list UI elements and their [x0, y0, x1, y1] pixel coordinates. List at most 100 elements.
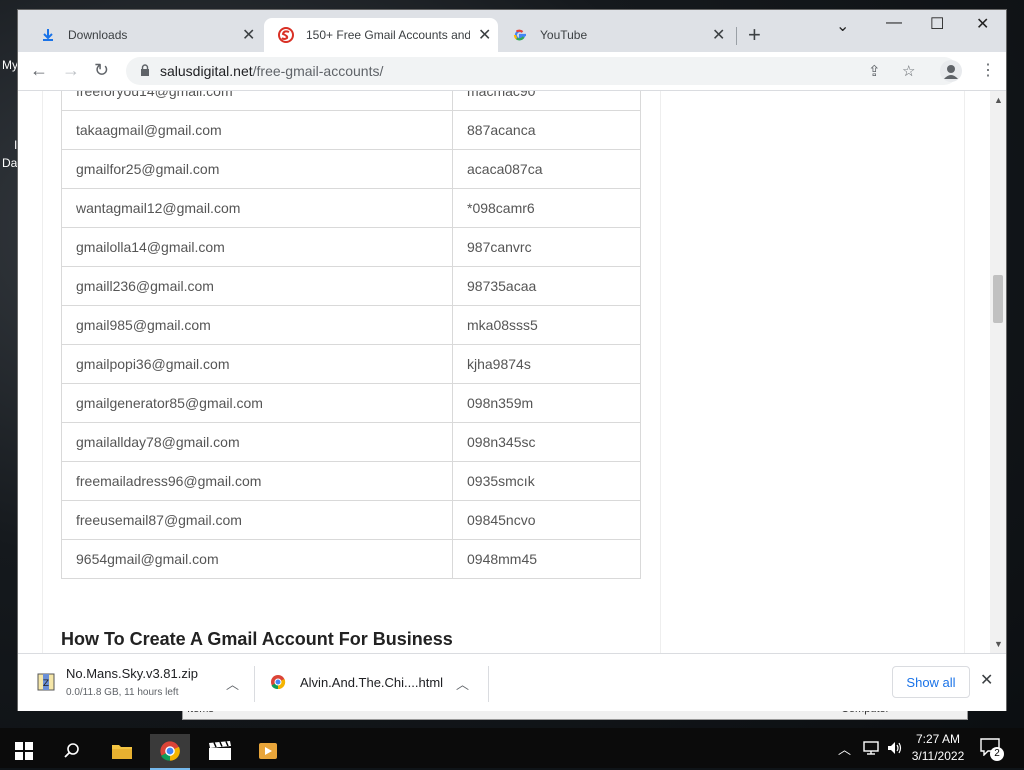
download-filename: Alvin.And.The.Chi....html: [300, 675, 444, 690]
taskbar-chrome[interactable]: [150, 734, 190, 770]
tab-downloads[interactable]: Downloads ✕: [26, 18, 264, 52]
download-filename: No.Mans.Sky.v3.81.zip: [66, 666, 198, 681]
article-border: [42, 91, 43, 653]
media-player-icon: [259, 743, 277, 759]
chevron-up-icon[interactable]: ︿: [226, 674, 239, 693]
table-row: 9654gmail@gmail.com 0948mm45: [61, 539, 641, 579]
email-cell: gmail985@gmail.com: [61, 305, 453, 345]
scroll-thumb[interactable]: [993, 275, 1003, 323]
download-icon: [43, 29, 53, 41]
email-cell: gmailfor25@gmail.com: [61, 149, 453, 189]
action-center-button[interactable]: 2: [980, 738, 1004, 761]
tab-separator: [736, 27, 737, 45]
windows-logo-icon: [15, 742, 33, 760]
clock-date[interactable]: 3/11/2022: [906, 749, 970, 763]
email-cell: gmailallday78@gmail.com: [61, 422, 453, 462]
volume-icon[interactable]: [886, 740, 904, 756]
close-window-button[interactable]: ✕: [976, 14, 989, 34]
taskbar-media-player[interactable]: [248, 734, 288, 768]
page-scrollbar[interactable]: ▲ ▼: [990, 91, 1006, 653]
tab-title: Downloads: [68, 28, 128, 42]
desktop-icon-label[interactable]: Da: [2, 156, 17, 170]
forward-button[interactable]: →: [62, 60, 80, 81]
table-row: freeusemail87@gmail.com 09845ncvo: [61, 500, 641, 540]
email-cell: 9654gmail@gmail.com: [61, 539, 453, 579]
search-icon: [64, 743, 79, 758]
minimize-button[interactable]: —: [886, 14, 902, 32]
download-separator: [254, 666, 255, 702]
email-cell: freeusemail87@gmail.com: [61, 500, 453, 540]
tab-strip: Downloads ✕ 150+ Free Gmail Accounts and…: [18, 10, 1006, 52]
password-cell: 987canvrc: [452, 227, 641, 267]
maximize-button[interactable]: ☐: [930, 14, 944, 34]
table-row: gmailpopi36@gmail.com kjha9874s: [61, 344, 641, 384]
tab-search-chevron-icon[interactable]: ⌄: [836, 16, 849, 36]
salus-logo-icon: [278, 27, 294, 43]
show-all-downloads-button[interactable]: Show all: [892, 666, 970, 698]
url-path: /free-gmail-accounts/: [252, 63, 384, 79]
address-bar[interactable]: salusdigital.net/free-gmail-accounts/ ⇪ …: [126, 57, 958, 85]
taskbar-video-editor[interactable]: [200, 734, 240, 768]
chevron-up-icon[interactable]: ︿: [456, 674, 469, 693]
close-tab-icon[interactable]: ✕: [242, 25, 255, 45]
page-content: freeforyou14@gmail.com macmac90 takaagmail…: [18, 91, 1006, 653]
email-cell: freeforyou14@gmail.com: [61, 91, 453, 111]
close-tab-icon[interactable]: ✕: [478, 25, 491, 45]
table-row: gmailgenerator85@gmail.com 098n359m: [61, 383, 641, 423]
folder-icon: [112, 745, 132, 759]
email-cell: takaagmail@gmail.com: [61, 110, 453, 150]
table-row: gmailfor25@gmail.com acaca087ca: [61, 149, 641, 189]
tab-gmail-accounts[interactable]: 150+ Free Gmail Accounts and L ✕: [264, 18, 498, 52]
password-cell: mka08sss5: [452, 305, 641, 345]
clock-time[interactable]: 7:27 AM: [906, 732, 970, 746]
scroll-down-arrow-icon[interactable]: ▼: [994, 639, 1003, 649]
lock-icon[interactable]: [140, 64, 150, 76]
share-icon[interactable]: ⇪: [868, 62, 881, 80]
taskbar-file-explorer[interactable]: [102, 734, 142, 768]
password-cell: 09845ncvo: [452, 500, 641, 540]
back-button[interactable]: ←: [30, 60, 48, 81]
browser-menu-icon[interactable]: ⋮: [980, 60, 996, 80]
close-tab-icon[interactable]: ✕: [712, 25, 725, 45]
table-row: gmail985@gmail.com mka08sss5: [61, 305, 641, 345]
search-button[interactable]: [52, 734, 92, 768]
desktop-icon-label[interactable]: I: [14, 138, 17, 152]
password-cell: kjha9874s: [452, 344, 641, 384]
svg-text:Z: Z: [43, 679, 49, 689]
profile-avatar-icon[interactable]: [940, 60, 962, 82]
download-item[interactable]: Alvin.And.The.Chi....html ︿: [266, 662, 484, 704]
chrome-html-file-icon: [271, 675, 286, 690]
desktop-icon-label[interactable]: My: [2, 58, 18, 72]
bookmark-star-icon[interactable]: ☆: [902, 62, 915, 80]
tab-youtube[interactable]: YouTube ✕: [498, 18, 734, 52]
sidebar-border: [964, 91, 965, 653]
close-downloads-bar-icon[interactable]: ✕: [980, 670, 993, 690]
password-cell: 887acanca: [452, 110, 641, 150]
password-cell: 098n345sc: [452, 422, 641, 462]
reload-button[interactable]: ↻: [94, 60, 109, 81]
google-g-icon: [513, 29, 526, 41]
taskbar: ︿ 7:27 AM 3/11/2022 2: [0, 728, 1024, 770]
download-item[interactable]: Z No.Mans.Sky.v3.81.zip 0.0/11.8 GB, 11 …: [32, 662, 250, 704]
email-cell: gmailpopi36@gmail.com: [61, 344, 453, 384]
scroll-up-arrow-icon[interactable]: ▲: [994, 95, 1003, 105]
chrome-icon: [160, 741, 180, 761]
email-cell: freemailadress96@gmail.com: [61, 461, 453, 501]
table-row: gmailallday78@gmail.com 098n345sc: [61, 422, 641, 462]
start-button[interactable]: [4, 734, 44, 768]
email-cell: gmailgenerator85@gmail.com: [61, 383, 453, 423]
table-row: wantagmail12@gmail.com *098camr6: [61, 188, 641, 228]
tab-title: YouTube: [540, 28, 588, 42]
password-cell: 0948mm45: [452, 539, 641, 579]
table-row: freemailadress96@gmail.com 0935smcık: [61, 461, 641, 501]
show-hidden-icons-chevron-icon[interactable]: ︿: [838, 739, 851, 758]
url-text[interactable]: salusdigital.net/free-gmail-accounts/: [160, 63, 383, 79]
url-host: salusdigital.net: [160, 63, 253, 79]
clapperboard-icon: [209, 741, 231, 760]
table-row: gmaill236@gmail.com 98735acaa: [61, 266, 641, 306]
table-row: freeforyou14@gmail.com macmac90: [61, 91, 641, 111]
email-cell: gmaill236@gmail.com: [61, 266, 453, 306]
network-icon[interactable]: [862, 740, 880, 756]
new-tab-button[interactable]: +: [748, 22, 761, 48]
downloads-bar: Z No.Mans.Sky.v3.81.zip 0.0/11.8 GB, 11 …: [18, 653, 1006, 711]
